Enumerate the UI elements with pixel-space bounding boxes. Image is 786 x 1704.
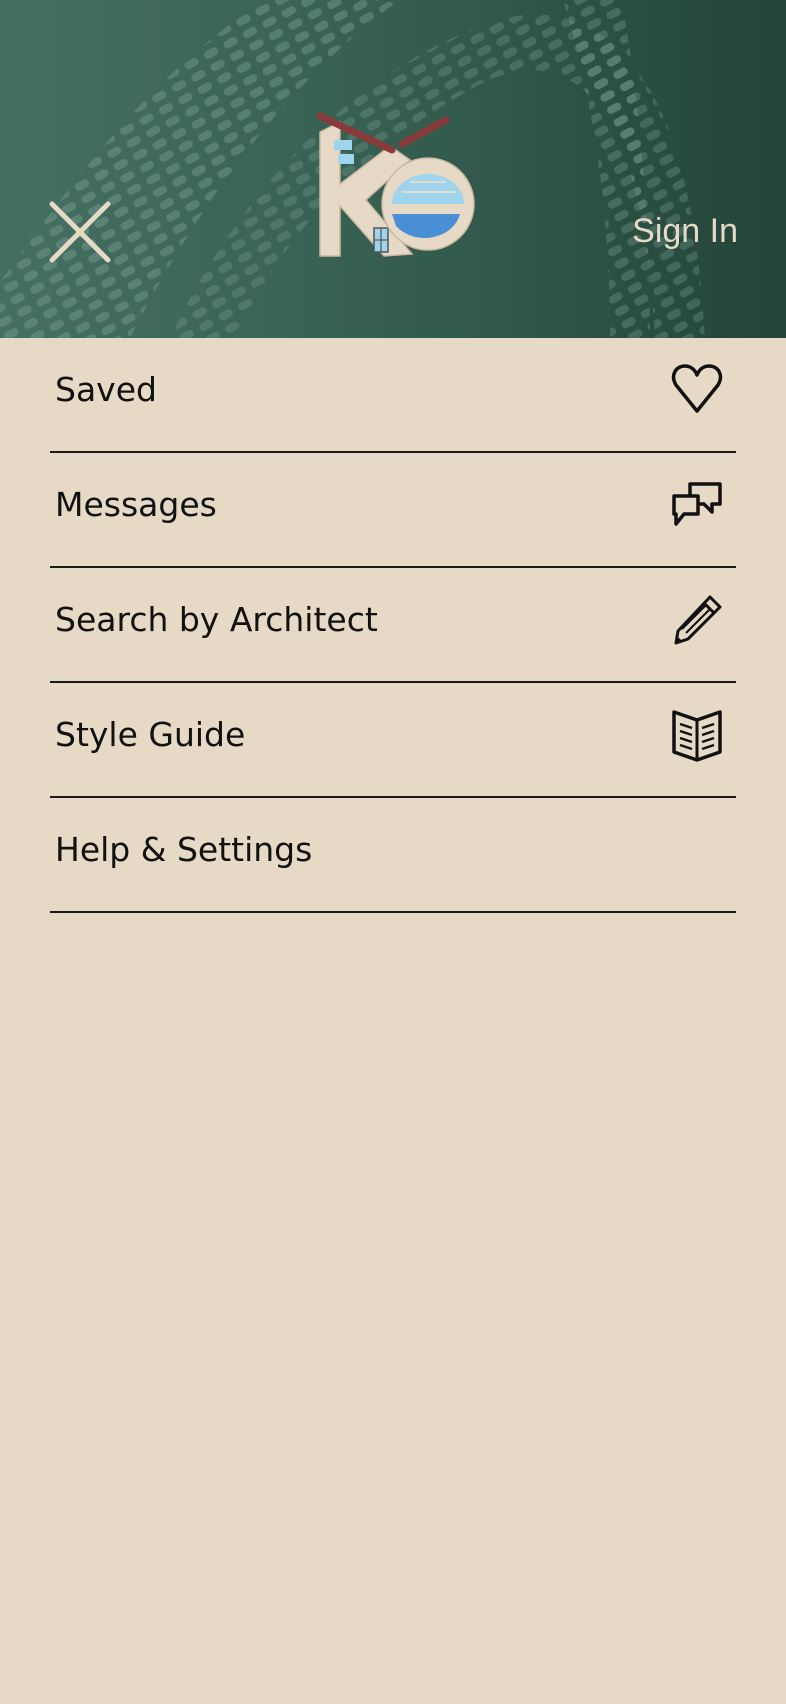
menu-item-messages[interactable]: Messages	[50, 453, 736, 568]
sign-in-link[interactable]: Sign In	[632, 212, 738, 251]
app-header: Sign In	[0, 0, 786, 338]
menu-item-label: Help & Settings	[55, 830, 313, 869]
menu-item-search-by-architect[interactable]: Search by Architect	[50, 568, 736, 683]
side-menu: Saved Messages Search by Architect Style…	[50, 338, 736, 913]
menu-item-label: Saved	[55, 370, 157, 409]
menu-item-label: Style Guide	[55, 715, 246, 754]
close-icon	[49, 201, 111, 263]
menu-item-saved[interactable]: Saved	[50, 338, 736, 453]
menu-item-style-guide[interactable]: Style Guide	[50, 683, 736, 798]
menu-item-help-settings[interactable]: Help & Settings	[50, 798, 736, 913]
menu-item-label: Search by Architect	[55, 600, 378, 639]
ke-house-logo	[316, 112, 475, 257]
pencil-icon	[674, 595, 722, 644]
menu-item-label: Messages	[55, 485, 217, 524]
heart-icon	[671, 363, 723, 413]
close-button[interactable]	[44, 196, 116, 268]
chat-bubbles-icon	[672, 481, 722, 526]
book-icon	[672, 709, 722, 762]
